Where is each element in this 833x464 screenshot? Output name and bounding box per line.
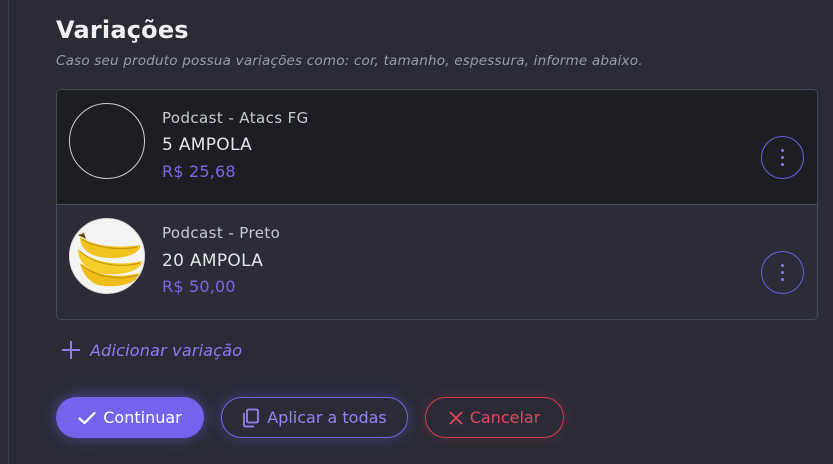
section-subtitle: Caso seu produto possua variações como: … xyxy=(56,53,643,69)
kebab-dot xyxy=(781,278,784,281)
variation-name: Podcast - Preto xyxy=(162,224,281,242)
more-options-button[interactable] xyxy=(761,251,804,294)
cancel-button[interactable]: Cancelar xyxy=(425,397,564,438)
variation-thumbnail-empty xyxy=(69,103,145,179)
variation-quantity: 20 AMPOLA xyxy=(162,251,264,271)
apply-to-all-button[interactable]: Aplicar a todas xyxy=(221,397,408,438)
variation-price: R$ 25,68 xyxy=(162,162,236,181)
continue-label: Continuar xyxy=(103,408,182,427)
cancel-label: Cancelar xyxy=(469,408,541,427)
kebab-dot xyxy=(781,163,784,166)
check-icon xyxy=(78,411,96,425)
variation-list: Podcast - Atacs FG 5 AMPOLA R$ 25,68 Pod… xyxy=(56,89,818,320)
section-title: Variações xyxy=(56,16,189,44)
kebab-dot xyxy=(781,149,784,152)
variation-item[interactable]: Podcast - Atacs FG 5 AMPOLA R$ 25,68 xyxy=(57,90,817,205)
variation-price: R$ 50,00 xyxy=(162,277,236,296)
close-icon xyxy=(449,411,463,425)
continue-button[interactable]: Continuar xyxy=(56,397,204,438)
variation-item[interactable]: Podcast - Preto 20 AMPOLA R$ 50,00 xyxy=(57,206,817,319)
kebab-dot xyxy=(781,271,784,274)
banana-image xyxy=(69,218,145,294)
copy-icon xyxy=(242,408,260,428)
add-variation-link[interactable]: Adicionar variação xyxy=(61,340,242,360)
apply-to-all-label: Aplicar a todas xyxy=(267,408,387,427)
more-options-button[interactable] xyxy=(761,136,804,179)
variation-name: Podcast - Atacs FG xyxy=(162,109,309,127)
left-divider xyxy=(8,0,9,464)
variation-quantity: 5 AMPOLA xyxy=(162,135,253,155)
add-variation-label: Adicionar variação xyxy=(90,340,243,360)
kebab-dot xyxy=(781,264,784,267)
kebab-dot xyxy=(781,156,784,159)
plus-icon xyxy=(61,340,81,360)
